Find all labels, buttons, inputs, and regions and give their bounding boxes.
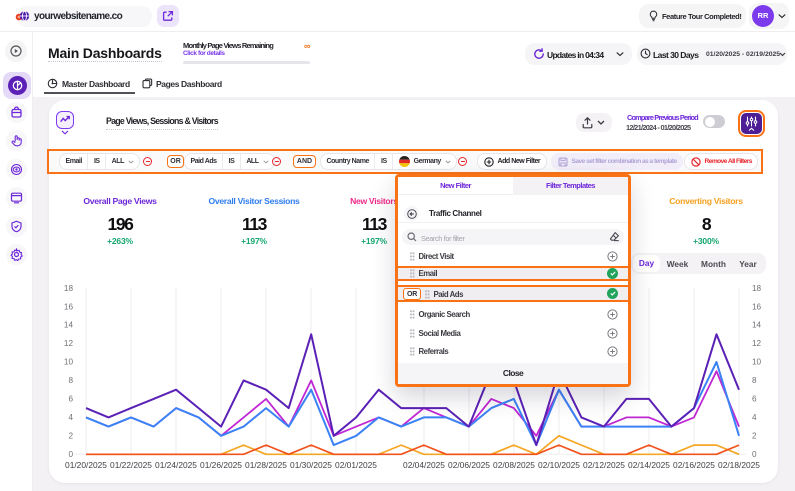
svg-text:16: 16 xyxy=(752,302,762,311)
svg-text:4: 4 xyxy=(68,413,73,422)
svg-text:02/04/2025: 02/04/2025 xyxy=(403,460,445,470)
svg-text:16: 16 xyxy=(64,302,74,311)
svg-text:01/24/2025: 01/24/2025 xyxy=(155,460,197,470)
svg-text:02/16/2025: 02/16/2025 xyxy=(673,460,715,470)
svg-text:12: 12 xyxy=(752,339,762,348)
svg-text:02/01/2025: 02/01/2025 xyxy=(335,460,377,470)
svg-text:02/18/2025: 02/18/2025 xyxy=(718,460,760,470)
svg-text:0: 0 xyxy=(752,450,757,459)
svg-text:02/14/2025: 02/14/2025 xyxy=(628,460,670,470)
svg-text:10: 10 xyxy=(64,358,74,367)
svg-text:6: 6 xyxy=(752,395,757,404)
svg-text:18: 18 xyxy=(752,284,762,293)
svg-text:2: 2 xyxy=(752,432,757,441)
svg-text:12: 12 xyxy=(64,339,74,348)
svg-text:01/26/2025: 01/26/2025 xyxy=(200,460,242,470)
svg-text:02/06/2025: 02/06/2025 xyxy=(448,460,490,470)
svg-text:10: 10 xyxy=(752,358,762,367)
svg-text:18: 18 xyxy=(64,284,74,293)
svg-text:14: 14 xyxy=(752,321,762,330)
svg-text:14: 14 xyxy=(64,321,74,330)
svg-text:01/30/2025: 01/30/2025 xyxy=(290,460,332,470)
svg-text:01/22/2025: 01/22/2025 xyxy=(110,460,152,470)
svg-text:0: 0 xyxy=(68,450,73,459)
svg-text:2: 2 xyxy=(68,432,73,441)
svg-text:8: 8 xyxy=(752,376,757,385)
svg-text:02/10/2025: 02/10/2025 xyxy=(538,460,580,470)
svg-text:01/20/2025: 01/20/2025 xyxy=(65,460,107,470)
svg-text:01/28/2025: 01/28/2025 xyxy=(245,460,287,470)
svg-text:8: 8 xyxy=(68,376,73,385)
svg-text:02/12/2025: 02/12/2025 xyxy=(583,460,625,470)
svg-text:6: 6 xyxy=(68,395,73,404)
svg-text:4: 4 xyxy=(752,413,757,422)
svg-text:02/08/2025: 02/08/2025 xyxy=(493,460,535,470)
